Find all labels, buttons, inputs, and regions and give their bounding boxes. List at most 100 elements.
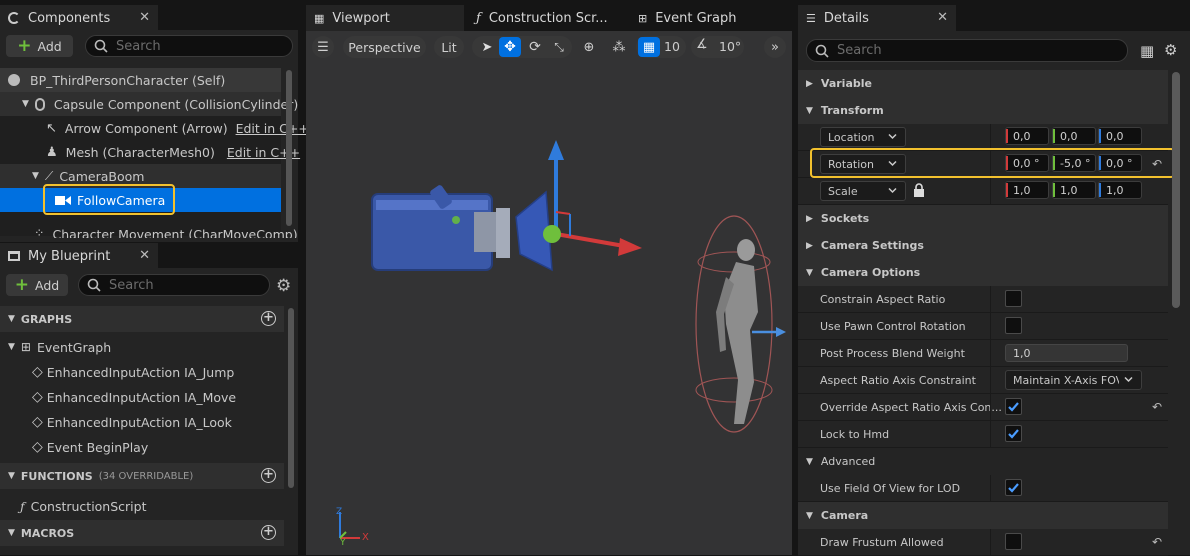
components-scrollbar[interactable] bbox=[286, 70, 292, 226]
location-dropdown[interactable]: Location bbox=[820, 127, 906, 147]
blueprint-search-input[interactable] bbox=[109, 277, 255, 293]
column-separator bbox=[990, 421, 991, 447]
scale-x-field[interactable]: 1,0 bbox=[1005, 181, 1049, 199]
blueprint-search[interactable] bbox=[78, 274, 270, 296]
angle-icon[interactable]: ∡ bbox=[696, 37, 708, 52]
scale-z-field[interactable]: 1,0 bbox=[1098, 181, 1142, 199]
scale-y-field[interactable]: 1,0 bbox=[1052, 181, 1096, 199]
category-camera-settings[interactable]: ▶ Camera Settings bbox=[798, 232, 1168, 259]
rotation-z-field[interactable]: 0,0 ° bbox=[1098, 154, 1142, 172]
components-add-button[interactable]: + Add bbox=[6, 35, 73, 57]
rotation-dropdown[interactable]: Rotation bbox=[820, 154, 906, 174]
scale-dropdown[interactable]: Scale bbox=[820, 181, 906, 201]
add-circle-icon[interactable]: + bbox=[261, 311, 276, 326]
category-camera-options[interactable]: ▼ Camera Options bbox=[798, 259, 1168, 286]
grid-snap-button[interactable]: ▦ bbox=[638, 37, 660, 57]
hamburger-menu-button[interactable]: ☰ bbox=[312, 36, 334, 58]
tree-item-cameraboom[interactable]: ▼ ⟋ CameraBoom bbox=[32, 166, 144, 186]
category-transform[interactable]: ▼ Transform bbox=[798, 97, 1168, 124]
tree-item-arrow[interactable]: ↖ Arrow Component (Arrow) Edit in C++ bbox=[46, 118, 309, 138]
add-circle-icon[interactable]: + bbox=[261, 525, 276, 540]
tree-item-mesh[interactable]: ♟ Mesh (CharacterMesh0) Edit in C++ bbox=[46, 142, 300, 162]
details-search-input[interactable] bbox=[837, 43, 1087, 58]
scale-tool-button[interactable]: ⤡ bbox=[548, 37, 570, 57]
graphs-section-header[interactable]: ▼ GRAPHS + bbox=[0, 306, 284, 332]
add-circle-icon[interactable]: + bbox=[261, 468, 276, 483]
reset-to-default-icon[interactable]: ↶ bbox=[1152, 157, 1162, 171]
tree-item-label: FollowCamera bbox=[77, 192, 166, 208]
gear-icon[interactable]: ⚙ bbox=[1164, 41, 1177, 59]
rotate-tool-button[interactable]: ⟳ bbox=[524, 37, 546, 57]
tab-event-graph[interactable]: ⊞ Event Graph bbox=[630, 5, 790, 31]
tree-item-followcamera[interactable]: FollowCamera bbox=[55, 190, 165, 210]
lock-icon[interactable] bbox=[913, 183, 925, 197]
surface-snap-button[interactable]: ⁂ bbox=[608, 37, 630, 57]
lock-to-hmd-checkbox[interactable] bbox=[1005, 425, 1022, 442]
chevron-down-icon: ▼ bbox=[806, 267, 813, 278]
graph-icon: ⊞ bbox=[20, 340, 31, 354]
use-pawn-control-rotation-checkbox[interactable] bbox=[1005, 317, 1022, 334]
edit-in-cpp-link[interactable]: Edit in C++ bbox=[236, 121, 309, 136]
components-search[interactable] bbox=[85, 35, 293, 57]
close-icon[interactable]: ✕ bbox=[139, 10, 150, 25]
event-item-jump[interactable]: ◇ EnhancedInputAction IA_Jump bbox=[32, 362, 234, 382]
aspect-ratio-axis-constraint-dropdown[interactable]: Maintain X-Axis FOV bbox=[1005, 370, 1142, 390]
constrain-aspect-ratio-checkbox[interactable] bbox=[1005, 290, 1022, 307]
blueprint-add-button[interactable]: + Add bbox=[6, 274, 68, 296]
components-tab[interactable]: Components ✕ bbox=[0, 5, 158, 31]
cursor-icon: ➤ bbox=[481, 39, 493, 55]
functions-section-header[interactable]: ▼ FUNCTIONS (34 OVERRIDABLE) + bbox=[0, 463, 284, 489]
tree-item-character-movement[interactable]: ⁘ Character Movement (CharMoveComp) bbox=[34, 226, 298, 238]
tree-item-capsule[interactable]: ▼ Capsule Component (CollisionCylinder) bbox=[22, 94, 298, 114]
tree-item-self[interactable]: BP_ThirdPersonCharacter (Self) bbox=[8, 70, 225, 90]
reset-to-default-icon[interactable]: ↶ bbox=[1152, 535, 1162, 549]
event-graph-item[interactable]: ▼ ⊞ EventGraph bbox=[8, 337, 111, 357]
camera-mesh[interactable] bbox=[371, 184, 553, 272]
post-process-blend-weight-field[interactable]: 1,0 bbox=[1005, 344, 1128, 362]
world-local-button[interactable]: ⊕ bbox=[578, 37, 600, 57]
lit-button[interactable]: Lit bbox=[434, 36, 464, 58]
more-options-button[interactable]: » bbox=[764, 36, 786, 58]
close-icon[interactable]: ✕ bbox=[139, 248, 150, 263]
rotation-snap-value[interactable]: 10° bbox=[719, 39, 741, 54]
table-view-icon[interactable]: ▦ bbox=[1140, 42, 1154, 60]
event-item-move[interactable]: ◇ EnhancedInputAction IA_Move bbox=[32, 387, 236, 407]
transform-gizmo[interactable] bbox=[543, 140, 642, 256]
category-variable[interactable]: ▶ Variable bbox=[798, 70, 1168, 97]
blueprint-scrollbar[interactable] bbox=[288, 308, 294, 488]
location-y-field[interactable]: 0,0 bbox=[1052, 127, 1096, 145]
location-z-field[interactable]: 0,0 bbox=[1098, 127, 1142, 145]
character-mannequin[interactable] bbox=[695, 215, 786, 433]
details-search[interactable] bbox=[806, 39, 1128, 62]
location-x-field[interactable]: 0,0 bbox=[1005, 127, 1049, 145]
checkmark-icon bbox=[1008, 429, 1019, 439]
event-item-look[interactable]: ◇ EnhancedInputAction IA_Look bbox=[32, 412, 232, 432]
details-tab[interactable]: ☰ Details ✕ bbox=[798, 5, 956, 31]
use-fov-for-lod-checkbox[interactable] bbox=[1005, 479, 1022, 496]
event-item-beginplay[interactable]: ◇ Event BeginPlay bbox=[32, 437, 148, 457]
reset-to-default-icon[interactable]: ↶ bbox=[1152, 400, 1162, 414]
macros-section-header[interactable]: ▼ MACROS + bbox=[0, 520, 284, 546]
tree-item-label: Arrow Component (Arrow) bbox=[64, 120, 228, 136]
rotation-x-field[interactable]: 0,0 ° bbox=[1005, 154, 1049, 172]
perspective-button[interactable]: Perspective bbox=[343, 36, 426, 58]
tab-construction-script[interactable]: ƒ Construction Scr... bbox=[468, 5, 628, 31]
close-icon[interactable]: ✕ bbox=[937, 10, 948, 25]
components-search-input[interactable] bbox=[116, 38, 275, 54]
draw-frustum-allowed-checkbox[interactable] bbox=[1005, 533, 1022, 550]
item-label: EnhancedInputAction IA_Look bbox=[46, 414, 232, 430]
details-scrollbar[interactable] bbox=[1172, 72, 1180, 308]
gear-icon[interactable]: ⚙ bbox=[276, 276, 291, 296]
function-icon: ƒ bbox=[20, 498, 25, 514]
select-tool-button[interactable]: ➤ bbox=[477, 37, 497, 57]
translate-tool-button[interactable]: ✥ bbox=[499, 37, 521, 57]
function-item-construction[interactable]: ƒ ConstructionScript bbox=[20, 496, 147, 516]
rotation-y-field[interactable]: -5,0 ° bbox=[1052, 154, 1096, 172]
event-diamond-icon: ◇ bbox=[32, 414, 43, 430]
subcategory-advanced[interactable]: ▼ Advanced bbox=[798, 448, 1168, 475]
override-aspect-ratio-checkbox[interactable] bbox=[1005, 398, 1022, 415]
category-camera[interactable]: ▼ Camera bbox=[798, 502, 1168, 529]
my-blueprint-tab[interactable]: My Blueprint ✕ bbox=[0, 243, 158, 269]
category-sockets[interactable]: ▶ Sockets bbox=[798, 205, 1168, 232]
grid-snap-value[interactable]: 10 bbox=[664, 39, 680, 54]
